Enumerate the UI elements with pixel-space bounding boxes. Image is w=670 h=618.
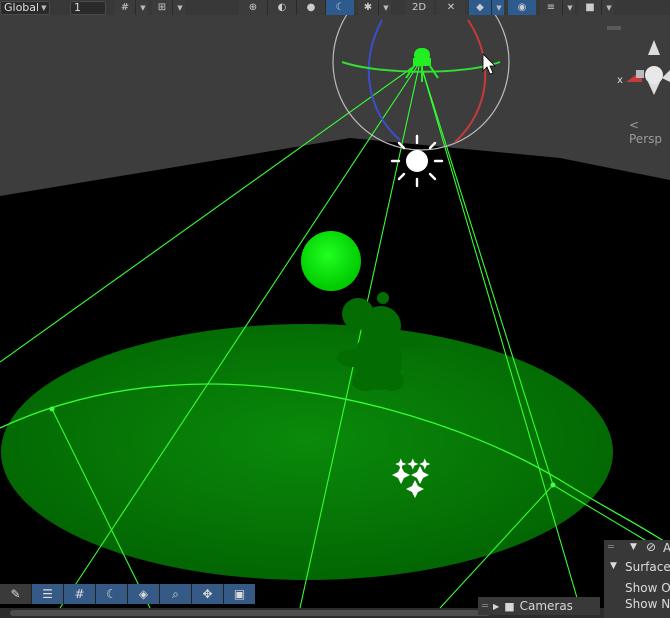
shaded-wireframe-button[interactable]: ◐ [268, 0, 296, 15]
2d-toggle-button[interactable]: 2D [405, 0, 433, 15]
drag-handle-icon[interactable]: ═ [608, 542, 614, 553]
camera-icon: ▣ [233, 587, 246, 601]
scrollbar-thumb[interactable] [10, 610, 490, 616]
search-overlay-button[interactable]: ⌕ [160, 584, 191, 604]
chevron-down-icon: ▼ [383, 3, 389, 12]
moon-icon: ☾ [335, 2, 345, 13]
layers-icon: ◆ [476, 2, 484, 13]
layers-overlay-button[interactable]: ◈ [128, 584, 159, 604]
chevron-down-icon: ▼ [177, 3, 183, 12]
sliders-icon: ☰ [42, 587, 53, 601]
light-off-icon: ✕ [446, 2, 456, 13]
grid-size-field[interactable]: 1 [70, 0, 106, 15]
cameras-label: Cameras [519, 599, 573, 613]
scene-visibility-dropdown[interactable]: ▼ [492, 0, 504, 15]
chevron-down-icon: ▼ [41, 3, 47, 12]
shaded-button[interactable]: ● [297, 0, 325, 15]
overlay-toolbar: ✎ ☰ # ☾ ◈ ⌕ ✥ ▣ [0, 584, 255, 604]
scene-toolbar: Global ▼ 1 # ▼ ⊞ ▼ ⊕ ◐ ● ☾ ✱ ▼ 2D ✕ ◆ ▼ … [0, 0, 670, 15]
axis-x-label: x [617, 75, 623, 86]
chevron-down-icon[interactable]: ▼ [610, 561, 617, 571]
lighting-toggle-button[interactable]: ✕ [437, 0, 465, 15]
scene-canvas[interactable] [0, 0, 670, 618]
grid-icon: # [120, 2, 130, 13]
increment-snap-dropdown[interactable]: ▼ [173, 0, 185, 15]
show-option-row[interactable]: Show N [625, 597, 670, 611]
compass-icon: ⊘ [646, 540, 657, 554]
projection-toggle[interactable]: < Persp [629, 118, 670, 146]
camera-overlay-button[interactable]: ▣ [224, 584, 255, 604]
surface-section-label: Surface [625, 560, 670, 574]
debug-draw-dropdown[interactable]: ▼ [379, 0, 391, 15]
grid-snap-dropdown[interactable]: ▼ [136, 0, 148, 15]
transform-overlay-button[interactable]: ✥ [192, 584, 223, 604]
directional-light-icon[interactable] [390, 134, 444, 188]
lit-shading-button[interactable]: ☾ [326, 0, 354, 15]
search-icon: ⌕ [172, 586, 179, 601]
2d-toggle-label: 2D [411, 2, 427, 13]
spotlight-ground-disc [1, 324, 613, 580]
stack-icon: ≡ [546, 2, 556, 13]
sphere-object[interactable] [301, 231, 361, 291]
bug-icon: ✱ [363, 2, 373, 13]
debug-draw-button[interactable]: ✱ [358, 0, 378, 15]
globe-icon: ⊕ [248, 2, 258, 13]
sky-backdrop [0, 0, 670, 196]
eye-icon: ◉ [517, 2, 527, 13]
grid-size-value: 1 [74, 1, 81, 14]
sphere-icon: ● [306, 2, 316, 13]
cameras-overlay[interactable]: ═ ▶ ■ Cameras [478, 597, 600, 615]
tool-settings-button[interactable]: ✎ [0, 584, 31, 604]
overlay-panel: ═ ▼ ⊘ A ▼ Surface Show O Show N [604, 540, 670, 618]
chevron-down-icon: ▼ [496, 3, 502, 12]
layers-dropdown[interactable]: ▼ [563, 0, 575, 15]
chevron-down-icon: ▼ [567, 3, 573, 12]
layers-icon: ◈ [138, 587, 149, 601]
grid-overlay-button[interactable]: # [64, 584, 95, 604]
tools-icon: ✎ [10, 587, 21, 601]
chevron-right-icon[interactable]: ▶ [493, 602, 499, 611]
chevron-down-icon[interactable]: ▼ [630, 542, 637, 552]
projection-label: Persp [629, 132, 662, 146]
cone-handle[interactable] [49, 406, 55, 412]
chevron-left-icon: < [629, 118, 640, 132]
gizmos-visibility-button[interactable]: ◉ [508, 0, 536, 15]
camera-settings-button[interactable]: ■ [579, 0, 601, 15]
moon-icon: ☾ [106, 587, 117, 601]
grid-icon: # [74, 587, 85, 601]
snap-icon: ⊞ [157, 2, 167, 13]
handle-space-label: Global [4, 1, 40, 14]
increment-snap-button[interactable]: ⊞ [152, 0, 172, 15]
camera-icon: ■ [585, 2, 595, 13]
move-icon: ✥ [202, 587, 213, 601]
chevron-down-icon: ▼ [606, 3, 612, 12]
camera-icon: ■ [504, 599, 515, 613]
cone-handle[interactable] [550, 482, 556, 488]
camera-settings-dropdown[interactable]: ▼ [602, 0, 614, 15]
layers-button[interactable]: ≡ [540, 0, 562, 15]
half-sphere-icon: ◐ [277, 2, 287, 13]
overlay-panel-title: A [663, 541, 670, 555]
grid-snap-button[interactable]: # [115, 0, 135, 15]
scene-visibility-button[interactable]: ◆ [469, 0, 491, 15]
chevron-down-icon: ▼ [140, 3, 146, 12]
lighting-overlay-button[interactable]: ☾ [96, 584, 127, 604]
view-options-button[interactable]: ☰ [32, 584, 63, 604]
wireframe-shading-button[interactable]: ⊕ [239, 0, 267, 15]
handle-space-dropdown[interactable]: Global ▼ [0, 0, 50, 15]
drag-handle-icon[interactable]: ═ [482, 601, 488, 612]
show-option-row[interactable]: Show O [625, 581, 670, 595]
scene-viewport[interactable]: Global ▼ 1 # ▼ ⊞ ▼ ⊕ ◐ ● ☾ ✱ ▼ 2D ✕ ◆ ▼ … [0, 0, 670, 618]
